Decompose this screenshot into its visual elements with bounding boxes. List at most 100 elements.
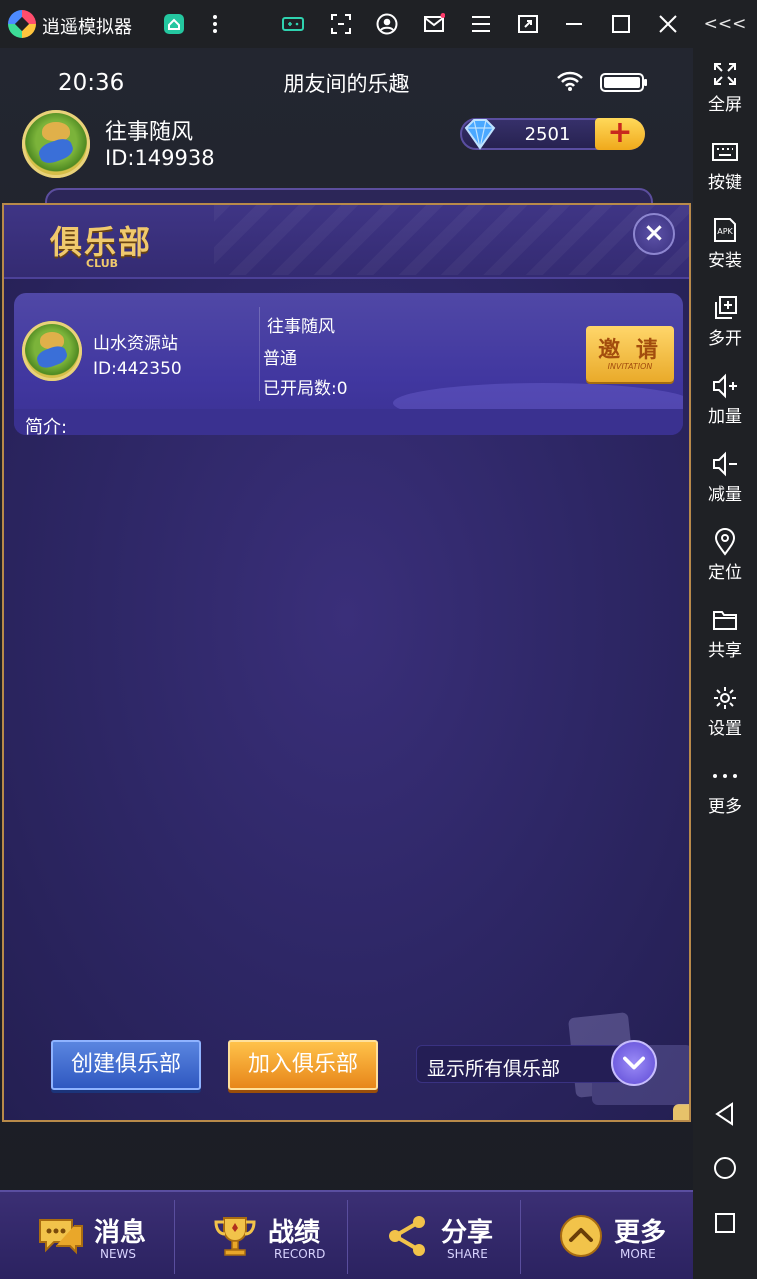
location-icon [714, 528, 736, 556]
volume-down-icon [713, 451, 737, 477]
user-avatar[interactable] [22, 110, 90, 178]
nav-label: 消息 [94, 1218, 147, 1248]
game-screen: 20:36 朋友间的乐趣 往事随风 ID:149938 2501 + 俱乐部 C… [0, 48, 693, 1279]
sidebar-item-label: 加量 [708, 407, 742, 427]
emulator-logo-icon [8, 10, 36, 38]
volume-up-icon [713, 373, 737, 399]
emulator-sidebar: 全屏 按键 APK 安装 多开 加量 减量 定位 共享 设置 更多 [693, 48, 757, 1279]
multi-instance-icon [715, 296, 737, 319]
join-club-button[interactable]: 加入俱乐部 [228, 1040, 378, 1090]
add-diamond-button[interactable]: + [595, 118, 645, 150]
sidebar-item-label: 减量 [708, 485, 742, 505]
kebab-menu-icon[interactable] [201, 10, 229, 38]
status-bar: 20:36 朋友间的乐趣 [0, 48, 693, 108]
nav-label: 分享 [441, 1218, 494, 1248]
club-games-opened: 已开局数:0 [263, 379, 348, 399]
battery-icon [600, 73, 647, 92]
sidebar-item-label: 定位 [708, 563, 742, 583]
club-owner: 往事随风 [267, 317, 335, 337]
sidebar-item-label: 安装 [708, 251, 742, 271]
sidebar-item-label: 设置 [708, 719, 742, 739]
diamond-amount: 2501 [524, 124, 571, 145]
invite-label: 邀 请 [598, 338, 662, 363]
sidebar-item-keyboard[interactable]: 按键 [693, 130, 757, 200]
more-up-icon [560, 1215, 602, 1257]
game-title: 朋友间的乐趣 [283, 72, 410, 96]
home-circle-icon [714, 1157, 736, 1179]
trophy-icon [214, 1217, 256, 1256]
emulator-app-name: 逍遥模拟器 [42, 17, 132, 38]
sidebar-item-fullscreen[interactable]: 全屏 [693, 52, 757, 122]
maximize-icon[interactable] [607, 10, 635, 38]
nav-sublabel: SHARE [447, 1247, 488, 1261]
keyboard-icon [712, 143, 738, 161]
android-recents-button[interactable] [693, 1203, 757, 1243]
sidebar-item-label: 共享 [708, 641, 742, 661]
bottom-navigation: 消息 NEWS 战绩 RECORD 分享 SHARE 更多 MORE [0, 1190, 693, 1279]
diamond-balance: 2501 + [460, 118, 645, 150]
collapse-sidebar-icon[interactable]: <<< [704, 10, 747, 38]
nav-news[interactable]: 消息 NEWS [0, 1192, 173, 1279]
message-icon [39, 1219, 83, 1255]
nav-more[interactable]: 更多 MORE [520, 1192, 693, 1279]
sidebar-item-label: 全屏 [708, 95, 742, 115]
diamond-icon [464, 119, 496, 150]
fullscreen-icon [714, 63, 736, 85]
android-back-button[interactable] [693, 1094, 757, 1134]
sidebar-item-label: 更多 [708, 797, 742, 817]
invite-button[interactable]: 邀 请 INVITATION [586, 326, 674, 382]
create-club-button[interactable]: 创建俱乐部 [51, 1040, 201, 1090]
gamepad-icon[interactable] [279, 10, 307, 38]
wifi-icon [557, 71, 583, 91]
sidebar-item-settings[interactable]: 设置 [693, 676, 757, 746]
sidebar-item-volume-down[interactable]: 减量 [693, 442, 757, 512]
nav-label: 更多 [614, 1218, 667, 1248]
club-level: 普通 [263, 349, 297, 369]
gear-icon [714, 687, 736, 709]
show-all-clubs-label: 显示所有俱乐部 [427, 1058, 561, 1080]
share-icon [389, 1216, 425, 1256]
user-name: 往事随风 [105, 120, 194, 145]
window-mode-icon[interactable] [514, 10, 542, 38]
back-triangle-icon [715, 1102, 733, 1126]
sidebar-item-volume-up[interactable]: 加量 [693, 364, 757, 434]
hamburger-menu-icon[interactable] [467, 10, 495, 38]
sidebar-item-multi[interactable]: 多开 [693, 286, 757, 356]
club-name: 山水资源站 [93, 334, 178, 354]
screenshot-icon[interactable] [327, 10, 355, 38]
apk-icon: APK [714, 218, 736, 242]
club-intro-label: 简介: [25, 417, 68, 435]
mail-icon[interactable] [420, 10, 448, 38]
club-avatar [22, 321, 82, 381]
dialog-header: 俱乐部 CLUB × [4, 205, 689, 279]
minimize-icon[interactable] [560, 10, 588, 38]
nav-record[interactable]: 战绩 RECORD [174, 1192, 347, 1279]
dialog-subtitle: CLUB [86, 257, 119, 270]
sidebar-item-location[interactable]: 定位 [693, 520, 757, 590]
svg-text:APK: APK [717, 227, 733, 236]
show-all-clubs-dropdown[interactable]: 显示所有俱乐部 [416, 1040, 657, 1086]
recents-square-icon [715, 1213, 735, 1233]
club-id: ID:442350 [93, 359, 182, 379]
android-home-button[interactable] [693, 1148, 757, 1188]
club-dialog: 俱乐部 CLUB × 山水资源站 ID:442350 往事随风 普通 已开局数:… [2, 203, 691, 1122]
club-card[interactable]: 山水资源站 ID:442350 往事随风 普通 已开局数:0 简介: 邀 请 I… [14, 293, 683, 435]
sidebar-item-label: 按键 [708, 173, 742, 193]
sidebar-item-share-folder[interactable]: 共享 [693, 598, 757, 668]
folder-icon [713, 611, 737, 630]
user-id: ID:149938 [105, 146, 215, 170]
nav-sublabel: NEWS [100, 1247, 137, 1261]
more-icon [713, 774, 737, 778]
account-icon[interactable] [373, 10, 401, 38]
home-app-icon[interactable] [160, 10, 188, 38]
sidebar-item-more[interactable]: 更多 [693, 754, 757, 824]
close-window-icon[interactable] [654, 10, 682, 38]
chevron-down-icon[interactable] [611, 1040, 657, 1086]
nav-sublabel: MORE [620, 1247, 656, 1261]
sidebar-item-install[interactable]: APK 安装 [693, 208, 757, 278]
nav-share[interactable]: 分享 SHARE [347, 1192, 520, 1279]
sidebar-item-label: 多开 [708, 329, 742, 349]
club-intro-band [14, 409, 683, 435]
close-dialog-button[interactable]: × [633, 213, 675, 255]
emulator-titlebar: 逍遥模拟器 <<< [0, 0, 757, 48]
